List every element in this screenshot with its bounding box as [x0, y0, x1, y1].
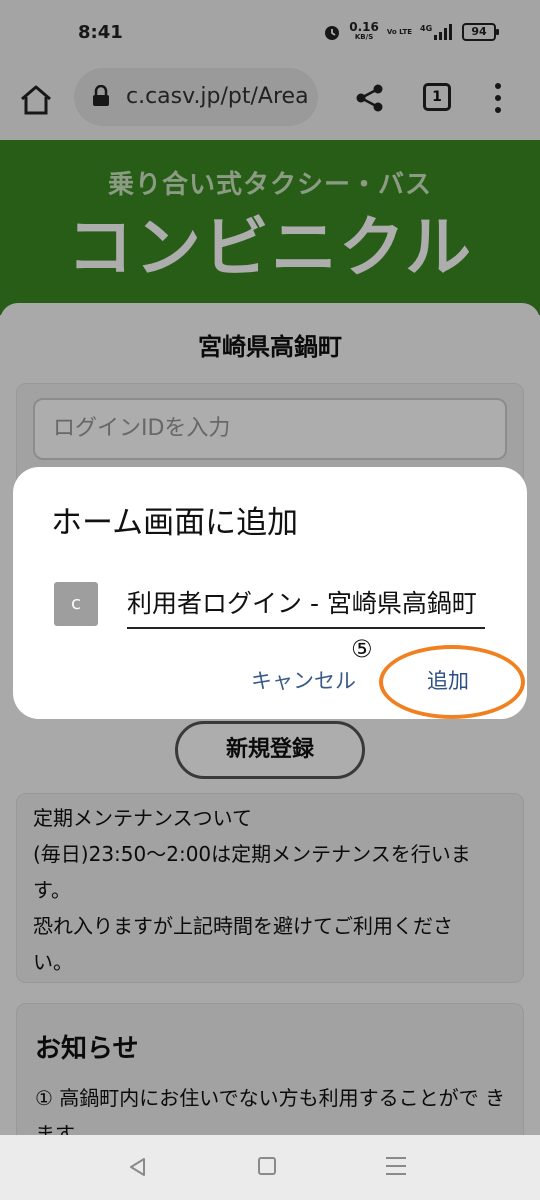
system-nav-bar: [0, 1135, 540, 1200]
add-button[interactable]: 追加: [427, 665, 469, 695]
step-annotation: ⑤: [351, 635, 373, 663]
add-to-home-dialog: ホーム画面に追加 c 利用者ログイン - 宮崎県高鍋町 ⑤ キャンセル 追加: [13, 467, 527, 719]
shortcut-name-input[interactable]: 利用者ログイン - 宮崎県高鍋町: [127, 583, 485, 629]
recents-icon[interactable]: [386, 1157, 406, 1177]
cancel-button[interactable]: キャンセル: [251, 665, 356, 695]
back-icon[interactable]: [128, 1157, 148, 1177]
home-nav-icon[interactable]: [258, 1157, 276, 1175]
site-favicon: c: [54, 582, 98, 626]
dialog-title: ホーム画面に追加: [51, 505, 299, 541]
